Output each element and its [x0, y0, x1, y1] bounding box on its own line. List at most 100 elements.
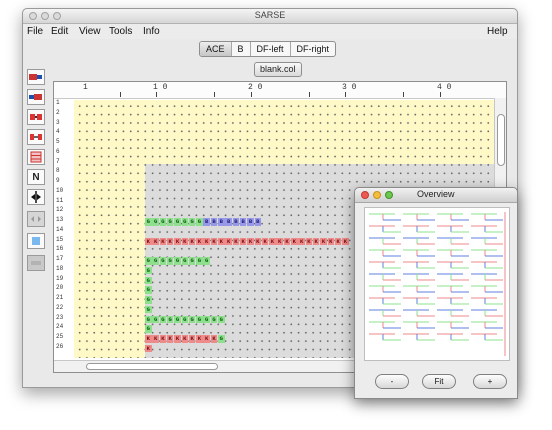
sequence-cell[interactable]: B [247, 218, 254, 226]
sequence-cell[interactable]: G [145, 276, 152, 284]
tab-ace[interactable]: ACE [200, 42, 232, 56]
sequence-cell[interactable]: B [210, 218, 218, 226]
menu-view[interactable]: View [79, 26, 101, 37]
sequence-cell[interactable]: K [312, 237, 320, 245]
overview-zoom-button[interactable] [385, 191, 393, 199]
sequence-cell[interactable]: G [166, 315, 174, 323]
sequence-cell[interactable]: B [254, 218, 262, 226]
sequence-cell[interactable]: G [196, 315, 203, 323]
sequence-cell[interactable]: G [145, 296, 152, 304]
sequence-cell[interactable]: G [174, 315, 181, 323]
sequence-cell[interactable]: G [174, 218, 181, 226]
file-tab-blank[interactable]: blank.col [254, 62, 302, 77]
insert-right-button[interactable] [27, 69, 45, 85]
sequence-cell[interactable]: K [174, 237, 181, 245]
sequence-cell[interactable]: G [145, 315, 152, 323]
sequence-cell[interactable]: G [145, 218, 152, 226]
sequence-cell[interactable]: K [320, 237, 327, 245]
n-button[interactable]: N [27, 169, 45, 185]
sequence-cell[interactable]: G [196, 218, 203, 226]
sequence-cell[interactable]: K [232, 237, 240, 245]
sequence-cell[interactable]: K [166, 335, 174, 343]
sequence-cell[interactable]: K [283, 237, 291, 245]
sequence-cell[interactable]: G [145, 305, 152, 314]
sequence-cell[interactable]: G [159, 218, 167, 226]
sequence-cell[interactable]: K [159, 237, 167, 245]
square-button[interactable] [27, 233, 45, 249]
sequence-cell[interactable]: K [210, 335, 218, 343]
menu-help[interactable]: Help [487, 26, 508, 37]
sequence-cell[interactable]: K [181, 237, 189, 245]
split-button[interactable] [27, 189, 45, 205]
sequence-cell[interactable]: K [152, 237, 159, 245]
sequence-cell[interactable]: B [232, 218, 240, 226]
sequence-cell[interactable]: K [181, 335, 189, 343]
sequence-cell[interactable]: K [254, 237, 262, 245]
sequence-cell[interactable]: G [196, 257, 203, 265]
fit-button[interactable]: Fit [422, 374, 456, 389]
sequence-cell[interactable]: K [166, 237, 174, 245]
sequence-cell[interactable]: G [218, 315, 225, 323]
sequence-cell[interactable]: G [203, 315, 210, 323]
tab-df-right[interactable]: DF-right [291, 42, 336, 56]
sequence-cell[interactable]: K [188, 335, 196, 343]
zoom-out-button[interactable]: - [375, 374, 409, 389]
menu-file[interactable]: File [27, 26, 43, 37]
sequence-cell[interactable]: K [159, 335, 167, 343]
menu-edit[interactable]: Edit [51, 26, 68, 37]
dots-button[interactable] [27, 255, 45, 271]
menu-info[interactable]: Info [143, 26, 160, 37]
sequence-cell[interactable]: G [145, 325, 152, 333]
sequence-cell[interactable]: K [145, 237, 152, 245]
sequence-cell[interactable]: B [203, 218, 210, 226]
sequence-cell[interactable]: G [152, 218, 159, 226]
sequence-cell[interactable]: G [152, 315, 159, 323]
sequence-cell[interactable]: G [166, 257, 174, 265]
tab-df-left[interactable]: DF-left [251, 42, 291, 56]
sequence-cell[interactable]: B [218, 218, 225, 226]
sequence-cell[interactable]: G [188, 315, 196, 323]
sequence-cell[interactable]: G [159, 257, 167, 265]
sequence-cell[interactable]: G [188, 257, 196, 265]
sequence-cell[interactable]: K [225, 237, 232, 245]
sequence-cell[interactable]: B [225, 218, 232, 226]
sequence-cell[interactable]: B [239, 218, 247, 226]
insert-left-button[interactable] [27, 89, 45, 105]
sequence-cell[interactable]: G [188, 218, 196, 226]
sequence-cell[interactable]: K [218, 237, 225, 245]
sequence-cell[interactable]: K [210, 237, 218, 245]
sequence-cell[interactable]: G [145, 257, 152, 265]
zoom-in-button[interactable]: + [473, 374, 507, 389]
block-b-button[interactable] [27, 129, 45, 145]
sequence-cell[interactable]: K [305, 237, 313, 245]
sequence-cell[interactable]: G [181, 218, 189, 226]
sequence-cell[interactable]: K [196, 335, 203, 343]
sequence-cell[interactable]: G [145, 266, 152, 275]
sequence-cell[interactable]: G [166, 218, 174, 226]
sequence-cell[interactable]: G [152, 257, 159, 265]
sequence-cell[interactable]: K [152, 335, 159, 343]
sequence-cell[interactable]: K [203, 237, 210, 245]
overview-canvas[interactable] [364, 207, 510, 361]
overview-close-button[interactable] [361, 191, 369, 199]
sequence-cell[interactable]: K [239, 237, 247, 245]
sequence-cell[interactable]: K [298, 237, 305, 245]
sequence-cell[interactable]: K [261, 237, 269, 245]
sequence-cell[interactable]: G [203, 257, 210, 265]
sequence-cell[interactable]: K [327, 237, 335, 245]
menu-tools[interactable]: Tools [109, 26, 132, 37]
sequence-cell[interactable]: K [188, 237, 196, 245]
sequence-cell[interactable]: G [145, 286, 152, 294]
sequence-cell[interactable]: G [218, 335, 225, 343]
sequence-cell[interactable]: K [247, 237, 254, 245]
sequence-cell[interactable]: K [269, 237, 276, 245]
vertical-scroll-thumb[interactable] [497, 114, 505, 166]
sequence-cell[interactable]: G [181, 257, 189, 265]
overview-minimize-button[interactable] [373, 191, 381, 199]
grid-button[interactable] [27, 149, 45, 165]
arrows-button[interactable] [27, 211, 45, 227]
sequence-cell[interactable]: G [174, 257, 181, 265]
sequence-cell[interactable]: K [174, 335, 181, 343]
sequence-cell[interactable]: K [145, 335, 152, 343]
sequence-cell[interactable]: G [181, 315, 189, 323]
